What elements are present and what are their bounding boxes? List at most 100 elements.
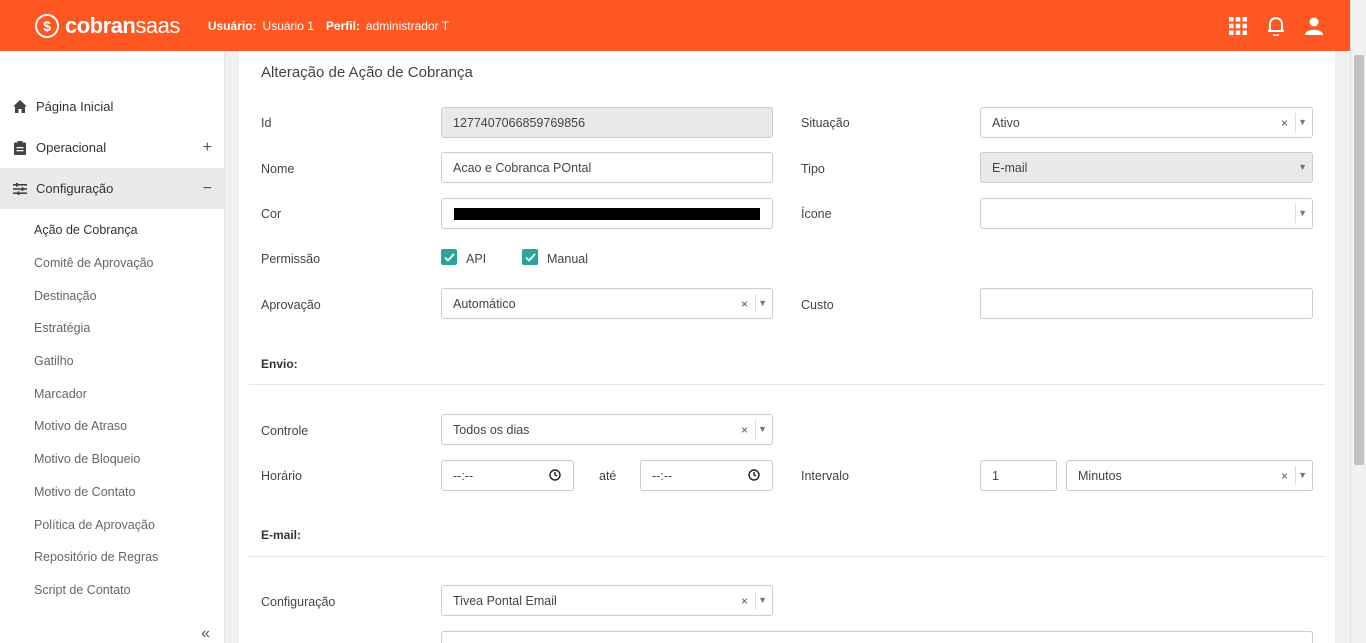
submenu-motivo-de-contato[interactable]: Motivo de Contato <box>0 476 224 509</box>
next-field[interactable] <box>441 631 1313 643</box>
horario-fim-field[interactable]: --:-- <box>640 460 773 491</box>
horario-inicio-field[interactable]: --:-- <box>441 460 574 491</box>
controle-label: Controle <box>261 424 309 438</box>
profile-value: administrador T <box>365 18 450 33</box>
sidebar-item-operacional[interactable]: Operacional + <box>0 127 224 168</box>
chevron-down-icon[interactable]: ▼ <box>1298 208 1307 218</box>
intervalo-unidade-select[interactable]: Minutos × ▼ <box>1066 460 1313 491</box>
submenu-motivo-de-atraso[interactable]: Motivo de Atraso <box>0 410 224 443</box>
situacao-select[interactable]: Ativo × ▼ <box>980 107 1313 138</box>
id-field: 1277407066859769856 <box>441 107 773 138</box>
clock-icon[interactable] <box>748 469 760 481</box>
situacao-label: Situação <box>801 116 850 130</box>
collapse-sidebar-button[interactable]: « <box>201 625 210 643</box>
chevron-down-icon: ▼ <box>1298 162 1307 172</box>
permissao-label: Permissão <box>261 252 321 266</box>
expand-toggle[interactable]: + <box>203 139 212 157</box>
situacao-value: Ativo <box>992 115 1020 130</box>
chevron-down-icon[interactable]: ▼ <box>758 424 767 434</box>
bell-icon[interactable] <box>1266 16 1286 36</box>
clear-icon[interactable]: × <box>1281 116 1288 130</box>
id-value: 1277407066859769856 <box>453 115 586 130</box>
id-label: Id <box>261 116 272 130</box>
profile-label: Perfil: <box>325 18 360 33</box>
chevron-down-icon[interactable]: ▼ <box>1298 470 1307 480</box>
clear-icon[interactable]: × <box>1281 469 1288 483</box>
divider <box>249 384 1325 385</box>
submenu-script-de-contato[interactable]: Script de Contato <box>0 574 224 607</box>
aprovacao-value: Automático <box>453 296 516 311</box>
controle-select[interactable]: Todos os dias × ▼ <box>441 414 773 445</box>
submenu-motivo-de-bloqueio[interactable]: Motivo de Bloqueio <box>0 443 224 476</box>
apps-grid-icon[interactable] <box>1228 16 1248 36</box>
configuracao-select[interactable]: Tivea Pontal Email × ▼ <box>441 585 773 616</box>
submenu-destinacao[interactable]: Destinação <box>0 279 224 312</box>
page-title: Alteração de Ação de Cobrança <box>261 64 473 81</box>
logo-symbol: $ <box>43 17 51 34</box>
top-header: $ cobransaas Usuário: Usuário 1 Perfil: … <box>0 0 1350 51</box>
logo-icon: $ <box>35 13 59 38</box>
page-scrollbar[interactable] <box>1350 0 1366 643</box>
icone-label: Ícone <box>801 207 832 221</box>
aprovacao-select[interactable]: Automático × ▼ <box>441 288 773 319</box>
manual-checkbox[interactable] <box>522 249 538 265</box>
icone-select[interactable]: ▼ <box>980 198 1313 229</box>
chevron-down-icon[interactable]: ▼ <box>758 298 767 308</box>
configuracao-label: Configuração <box>261 595 336 609</box>
submenu-repositorio-de-regras[interactable]: Repositório de Regras <box>0 541 224 574</box>
check-icon <box>524 252 536 262</box>
color-swatch <box>454 208 760 220</box>
sidebar-item-label: Página Inicial <box>36 99 114 114</box>
clipboard-icon <box>13 140 27 155</box>
user-value: Usuário 1 <box>262 18 314 33</box>
nome-label: Nome <box>261 162 295 176</box>
submenu-marcador[interactable]: Marcador <box>0 377 224 410</box>
horario-label: Horário <box>261 469 302 483</box>
home-icon <box>13 100 27 114</box>
tipo-label: Tipo <box>801 162 825 176</box>
submenu-acao-de-cobranca[interactable]: Ação de Cobrança <box>0 214 224 247</box>
tipo-select: E-mail ▼ <box>980 152 1313 183</box>
divider <box>249 556 1325 557</box>
chevron-down-icon[interactable]: ▼ <box>758 595 767 605</box>
submenu-gatilho[interactable]: Gatilho <box>0 345 224 378</box>
clear-icon[interactable]: × <box>741 297 748 311</box>
check-icon <box>443 252 455 262</box>
logo-text-bold: cobran <box>65 12 136 38</box>
configuracao-value: Tivea Pontal Email <box>453 593 557 608</box>
sliders-icon <box>13 182 27 196</box>
envio-section-title: Envio: <box>261 357 298 371</box>
sidebar-item-configuracao[interactable]: Configuração − <box>0 168 224 209</box>
intervalo-field[interactable]: 1 <box>980 460 1057 491</box>
custo-label: Custo <box>801 298 834 312</box>
horario-fim-value: --:-- <box>652 468 673 483</box>
clear-icon[interactable]: × <box>741 594 748 608</box>
email-section-title: E-mail: <box>261 528 302 542</box>
intervalo-label: Intervalo <box>801 469 849 483</box>
scrollbar-thumb[interactable] <box>1354 55 1364 465</box>
form-card: Alteração de Ação de Cobrança Id 1277407… <box>239 51 1335 643</box>
submenu-politica-de-aprovacao[interactable]: Política de Aprovação <box>0 508 224 541</box>
custo-field[interactable] <box>980 288 1313 319</box>
logo-text: cobransaas <box>65 13 180 39</box>
submenu-comite-de-aprovacao[interactable]: Comitê de Aprovação <box>0 247 224 280</box>
user-info: Usuário: Usuário 1 Perfil: administrador… <box>208 19 455 33</box>
manual-checkbox-label: Manual <box>547 252 588 266</box>
api-checkbox[interactable] <box>441 249 457 265</box>
chevron-down-icon[interactable]: ▼ <box>1298 117 1307 127</box>
cor-color-picker[interactable] <box>441 198 773 229</box>
nome-field[interactable]: Acao e Cobranca POntal <box>441 152 773 183</box>
clock-icon[interactable] <box>549 469 561 481</box>
clear-icon[interactable]: × <box>741 423 748 437</box>
tipo-value: E-mail <box>992 160 1028 175</box>
collapse-toggle[interactable]: − <box>203 180 212 198</box>
aprovacao-label: Aprovação <box>261 298 321 312</box>
logo-text-light: saas <box>135 12 180 38</box>
user-label: Usuário: <box>207 18 257 33</box>
submenu-estrategia[interactable]: Estratégia <box>0 312 224 345</box>
user-account-icon[interactable] <box>1304 16 1324 36</box>
sidebar-item-pagina-inicial[interactable]: Página Inicial <box>0 86 224 127</box>
nome-value: Acao e Cobranca POntal <box>453 160 592 175</box>
logo[interactable]: $ cobransaas <box>35 13 180 39</box>
intervalo-unidade-value: Minutos <box>1078 468 1122 483</box>
